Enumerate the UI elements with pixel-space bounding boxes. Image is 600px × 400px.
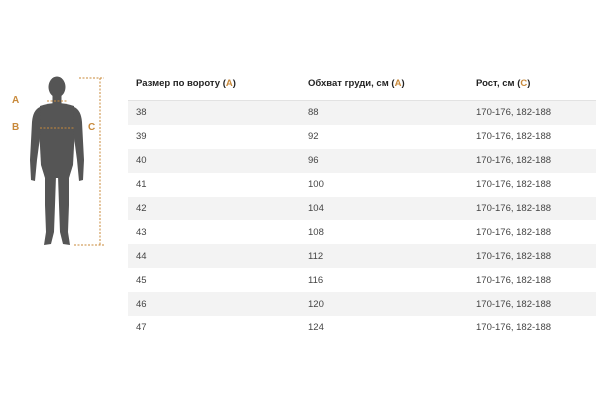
cell-chest: 112: [300, 244, 468, 269]
header-collar-size: Размер по вороту (A): [128, 66, 300, 101]
cell-chest: 104: [300, 196, 468, 221]
cell-height: 170-176, 182-188: [468, 196, 596, 221]
cell-height: 170-176, 182-188: [468, 292, 596, 317]
cell-chest: 124: [300, 316, 468, 340]
cell-collar: 46: [128, 292, 300, 317]
table-row: 41 100 170-176, 182-188: [128, 172, 596, 197]
cell-chest: 100: [300, 172, 468, 197]
cell-collar: 43: [128, 220, 300, 245]
header-chest-girth: Обхват груди, см (A): [300, 66, 468, 101]
cell-chest: 116: [300, 268, 468, 293]
table-row: 46 120 170-176, 182-188: [128, 292, 596, 317]
table-row: 40 96 170-176, 182-188: [128, 148, 596, 173]
table-row: 43 108 170-176, 182-188: [128, 220, 596, 245]
cell-chest: 92: [300, 124, 468, 149]
table-header-row: Размер по вороту (A) Обхват груди, см (A…: [128, 66, 596, 101]
cell-height: 170-176, 182-188: [468, 316, 596, 340]
table-row: 47 124 170-176, 182-188: [128, 316, 596, 340]
cell-collar: 44: [128, 244, 300, 269]
header-chest-letter: A: [394, 77, 402, 89]
table-row: 39 92 170-176, 182-188: [128, 124, 596, 149]
cell-collar: 42: [128, 196, 300, 221]
cell-chest: 88: [300, 100, 468, 125]
cell-chest: 120: [300, 292, 468, 317]
table-row: 44 112 170-176, 182-188: [128, 244, 596, 269]
header-height: Рост, см (C): [468, 66, 596, 101]
size-table: Размер по вороту (A) Обхват груди, см (A…: [128, 66, 596, 340]
cell-height: 170-176, 182-188: [468, 220, 596, 245]
cell-height: 170-176, 182-188: [468, 100, 596, 125]
table-row: 38 88 170-176, 182-188: [128, 100, 596, 125]
cell-collar: 41: [128, 172, 300, 197]
cell-height: 170-176, 182-188: [468, 172, 596, 197]
cell-height: 170-176, 182-188: [468, 244, 596, 269]
header-collar-letter: A: [225, 77, 233, 89]
man-silhouette-icon: [30, 76, 104, 246]
table-row: 45 116 170-176, 182-188: [128, 268, 596, 293]
cell-collar: 40: [128, 148, 300, 173]
cell-height: 170-176, 182-188: [468, 124, 596, 149]
cell-collar: 38: [128, 100, 300, 125]
cell-collar: 45: [128, 268, 300, 293]
cell-height: 170-176, 182-188: [468, 268, 596, 293]
cell-chest: 96: [300, 148, 468, 173]
cell-collar: 47: [128, 316, 300, 340]
header-height-letter: C: [520, 77, 528, 89]
cell-chest: 108: [300, 220, 468, 245]
table-row: 42 104 170-176, 182-188: [128, 196, 596, 221]
cell-height: 170-176, 182-188: [468, 148, 596, 173]
cell-collar: 39: [128, 124, 300, 149]
body-measurement-figure: A B C: [0, 0, 130, 400]
